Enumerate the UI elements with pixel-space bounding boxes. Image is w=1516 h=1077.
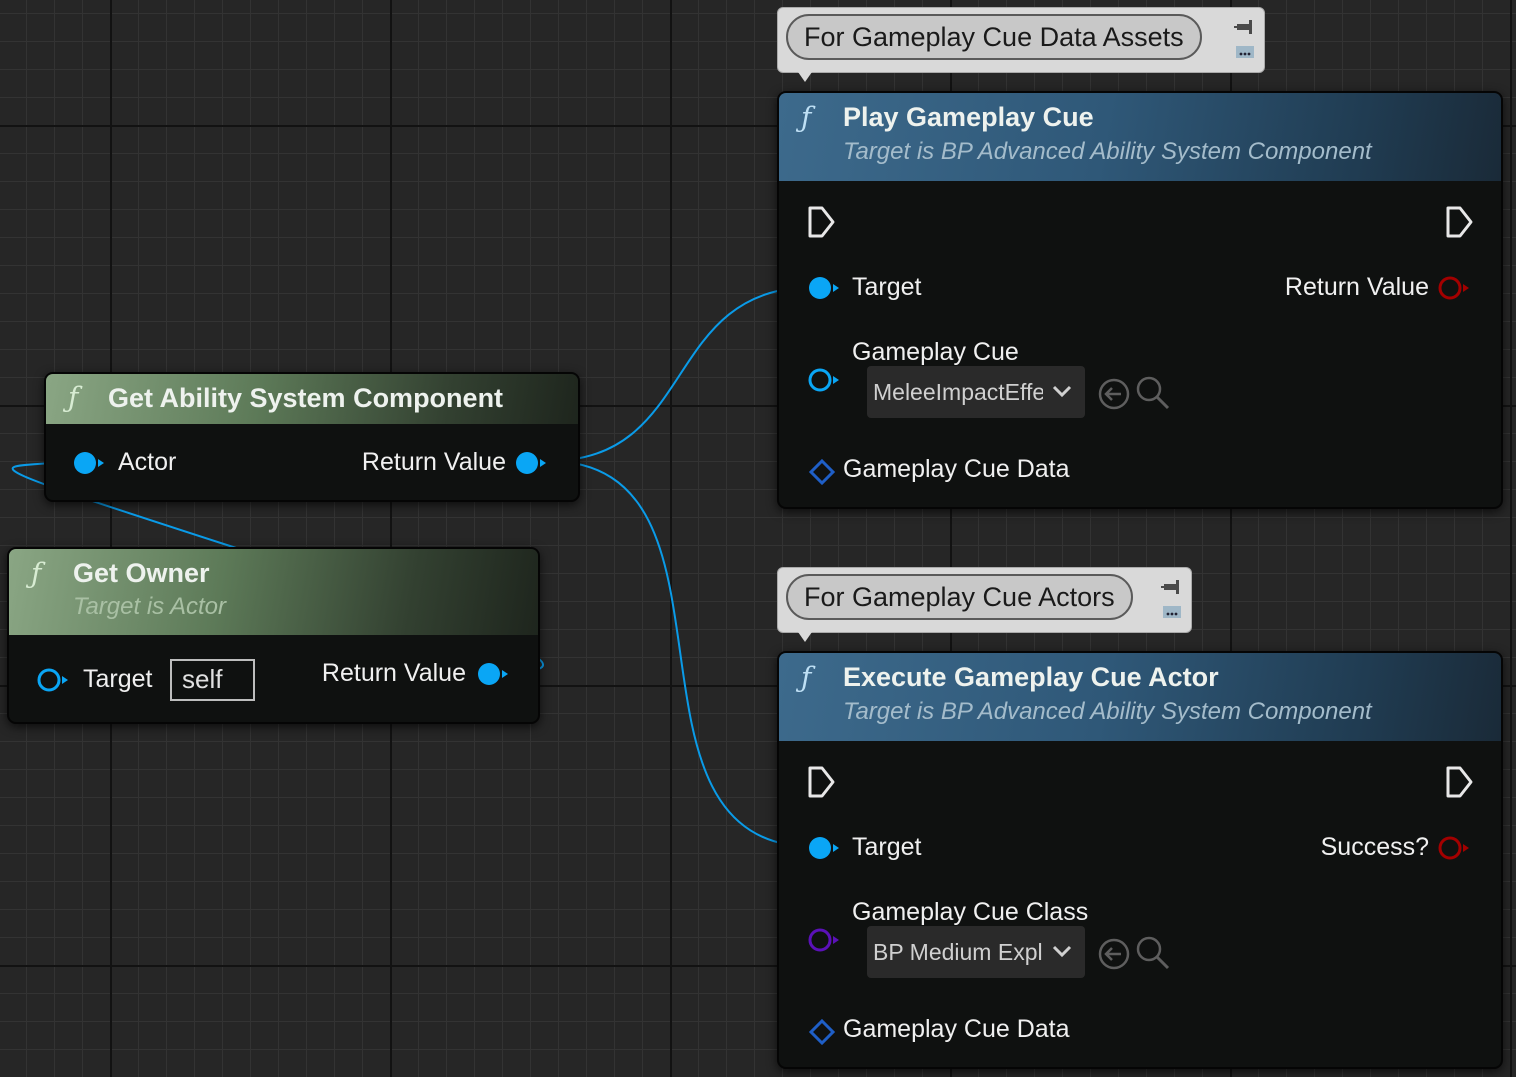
node-play-gameplay-cue[interactable]: ƒ Play Gameplay Cue Target is BP Advance… [777,91,1503,509]
chevron-down-icon [1052,945,1072,958]
comment-title[interactable]: For Gameplay Cue Data Assets [786,14,1202,60]
struct-diamond-pin-icon[interactable] [809,1019,835,1045]
pin-label-success: Success? [1320,833,1429,861]
pin-label-gameplay-cue-data: Gameplay Cue Data [843,455,1070,483]
pin-label-return-value: Return Value [361,448,506,476]
exec-out-pin-icon[interactable] [1444,765,1476,799]
pin-label-gameplay-cue-data: Gameplay Cue Data [843,1015,1070,1043]
pin-label-target: Target [852,273,922,301]
bool-pin-icon[interactable] [1437,835,1471,861]
gameplay-cue-class-dropdown[interactable]: BP Medium Expl [867,926,1085,978]
node-header[interactable]: ƒ Get Ability System Component [46,374,578,424]
node-subtitle: Target is Actor [73,593,226,620]
exec-in-pin-icon[interactable] [806,205,838,239]
wire-asc-to-play-target[interactable] [547,286,816,462]
node-execute-gameplay-cue-actor[interactable]: ƒ Execute Gameplay Cue Actor Target is B… [777,651,1503,1069]
object-pin-icon[interactable] [476,661,510,687]
node-title: Get Ability System Component [108,383,504,413]
pin-label-return-value: Return Value [1284,273,1429,301]
function-icon: ƒ [31,557,42,590]
object-pin-icon[interactable] [514,450,548,476]
comment-title[interactable]: For Gameplay Cue Actors [786,574,1133,620]
node-header[interactable]: ƒ Execute Gameplay Cue Actor Target is B… [779,653,1501,741]
target-self-field[interactable]: self [170,659,255,701]
object-pin-icon[interactable] [36,667,70,693]
class-pin-icon[interactable] [807,927,841,953]
node-title: Execute Gameplay Cue Actor [843,662,1219,692]
dropdown-value: BP Medium Expl [873,939,1043,965]
node-header[interactable]: ƒ Play Gameplay Cue Target is BP Advance… [779,93,1501,181]
node-title: Play Gameplay Cue [843,102,1094,132]
pin-label-target: Target [83,665,153,693]
struct-diamond-pin-icon[interactable] [809,459,835,485]
struct-pin-icon[interactable] [807,367,841,393]
pin-label-target: Target [852,833,922,861]
dropdown-value: MeleeImpactEffe [873,379,1043,405]
pin-label-gameplay-cue: Gameplay Cue [852,338,1019,366]
comment-pin-icon[interactable] [1234,16,1256,62]
pin-label-return-value: Return Value [321,659,466,687]
node-get-ability-system-component[interactable]: ƒ Get Ability System Component Actor Ret… [44,372,580,502]
node-title: Get Owner [73,558,210,588]
gameplay-cue-dropdown[interactable]: MeleeImpactEffe [867,366,1085,418]
function-icon: ƒ [68,381,79,414]
bool-pin-icon[interactable] [1437,275,1471,301]
browse-search-icon[interactable] [1135,375,1171,411]
comment-tail [798,632,812,642]
use-selected-arrow-icon[interactable] [1097,377,1131,411]
object-pin-icon[interactable] [807,835,841,861]
object-pin-icon[interactable] [807,275,841,301]
pin-label-actor: Actor [118,448,177,476]
comment-actors[interactable]: For Gameplay Cue Actors [777,567,1192,642]
exec-out-pin-icon[interactable] [1444,205,1476,239]
comment-tail [798,72,812,82]
function-icon: ƒ [801,661,812,694]
function-icon: ƒ [801,101,812,134]
use-selected-arrow-icon[interactable] [1097,937,1131,971]
exec-in-pin-icon[interactable] [806,765,838,799]
node-subtitle: Target is BP Advanced Ability System Com… [843,138,1372,165]
node-header[interactable]: ƒ Get Owner Target is Actor [9,549,538,635]
comment-data-assets[interactable]: For Gameplay Cue Data Assets [777,7,1265,82]
comment-pin-icon[interactable] [1161,576,1183,622]
browse-search-icon[interactable] [1135,935,1171,971]
object-pin-icon[interactable] [72,450,106,476]
wire-asc-to-exec-target[interactable] [547,460,816,848]
pin-label-gameplay-cue-class: Gameplay Cue Class [852,898,1089,926]
node-get-owner[interactable]: ƒ Get Owner Target is Actor Target self … [7,547,540,724]
node-subtitle: Target is BP Advanced Ability System Com… [843,698,1372,725]
chevron-down-icon [1052,385,1072,398]
